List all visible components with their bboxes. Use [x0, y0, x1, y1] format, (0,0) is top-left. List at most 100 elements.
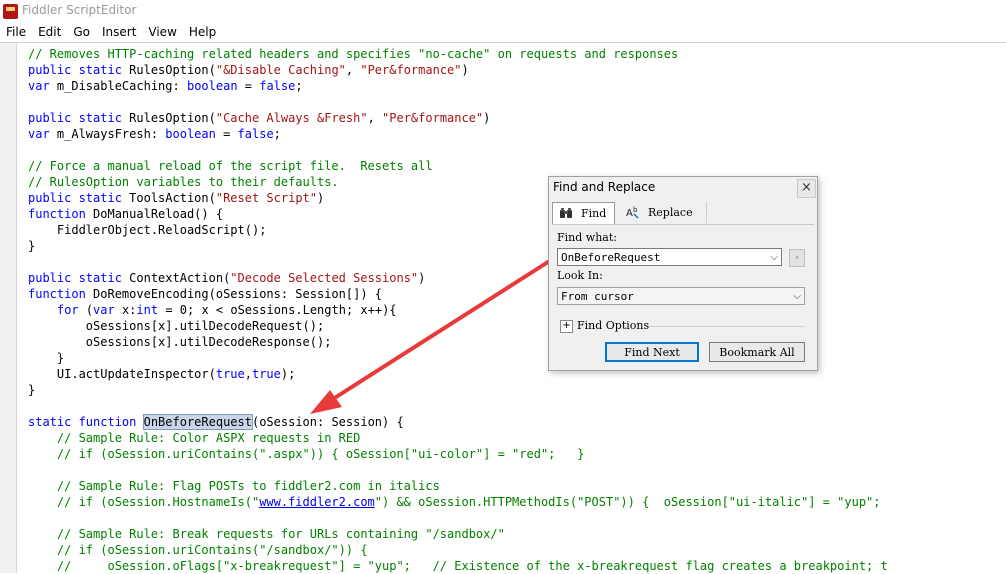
- code-token: // if (oSession.uriContains(".aspx")) { …: [28, 447, 585, 461]
- tab-replace[interactable]: A b Replace: [620, 202, 707, 223]
- code-token: oSessions[x].utilDecodeResponse();: [28, 335, 332, 349]
- code-token: // Sample Rule: Flag POSTs to fiddler2.c…: [28, 479, 440, 493]
- code-line: // if (oSession.HostnameIs("www.fiddler2…: [28, 494, 888, 510]
- code-token: ;: [273, 127, 281, 141]
- code-line: // Removes HTTP-caching related headers …: [28, 46, 888, 62]
- code-token: public static: [28, 111, 122, 125]
- code-token: UI.actUpdateInspector(: [28, 367, 216, 381]
- code-token: oSessions[x].utilDecodeRequest();: [28, 319, 325, 333]
- code-token: (: [78, 303, 94, 317]
- code-token: "Cache Always &Fresh": [215, 111, 368, 125]
- code-token: m_DisableCaching:: [49, 79, 187, 93]
- tab-replace-label: Replace: [648, 206, 693, 219]
- menu-go[interactable]: Go: [67, 24, 96, 42]
- code-token: ;: [295, 79, 303, 93]
- code-token: );: [280, 367, 296, 381]
- code-token: ,: [367, 111, 383, 125]
- binoculars-icon: [560, 208, 572, 218]
- code-token: // if (oSession.uriContains("/sandbox/")…: [28, 543, 368, 557]
- bookmark-all-button[interactable]: Bookmark All: [709, 342, 805, 362]
- code-line: var m_AlwaysFresh: boolean = false;: [28, 126, 888, 142]
- menu-help[interactable]: Help: [183, 24, 222, 42]
- code-token: ") && oSession.HTTPMethodIs("POST")) { o…: [374, 495, 881, 509]
- tab-find[interactable]: Find: [552, 202, 615, 224]
- code-token: (oSession: Session) {: [251, 415, 404, 429]
- code-token: false: [259, 79, 296, 93]
- find-go-button[interactable]: ›: [789, 249, 805, 267]
- menu-file[interactable]: File: [0, 24, 32, 42]
- code-link[interactable]: www.fiddler2.com: [259, 495, 375, 509]
- code-token: // if (oSession.HostnameIs(": [28, 495, 260, 509]
- code-line: // Force a manual reload of the script f…: [28, 158, 888, 174]
- find-what-label: Find what:: [557, 231, 617, 244]
- code-line: }: [28, 382, 888, 398]
- menu-edit[interactable]: Edit: [32, 24, 67, 42]
- code-token: boolean: [186, 79, 238, 93]
- highlighted-match: OnBeforeRequest: [142, 414, 253, 430]
- find-what-value: OnBeforeRequest: [561, 251, 661, 264]
- find-options-label[interactable]: Find Options: [577, 319, 649, 332]
- code-token: public static: [28, 63, 122, 77]
- look-in-select[interactable]: From cursor ⌵: [557, 287, 805, 305]
- code-token: ): [483, 111, 491, 125]
- menu-bar: File Edit Go Insert View Help: [0, 24, 1006, 42]
- svg-text:b: b: [633, 206, 638, 214]
- menu-insert[interactable]: Insert: [96, 24, 142, 42]
- code-token: // oSession.oFlags["x-breakrequest"] = "…: [28, 559, 888, 573]
- code-token: // Removes HTTP-caching related headers …: [28, 47, 679, 61]
- code-token: RulesOption(: [121, 111, 216, 125]
- find-replace-dialog: Find and Replace × Find A b Replace Find…: [548, 176, 818, 371]
- code-token: ): [317, 191, 325, 205]
- find-next-button[interactable]: Find Next: [605, 342, 699, 362]
- code-line: // Sample Rule: Color ASPX requests in R…: [28, 430, 888, 446]
- code-token: =: [237, 79, 260, 93]
- chevron-down-icon[interactable]: ⌵: [793, 288, 801, 306]
- code-token: = 0; x < oSessions.Length; x++){: [158, 303, 397, 317]
- code-token: var: [93, 303, 115, 317]
- code-token: for: [56, 303, 79, 317]
- code-token: true: [251, 367, 281, 381]
- code-token: DoRemoveEncoding(oSessions: Session[]) {: [85, 287, 383, 301]
- look-in-value: From cursor: [561, 290, 634, 303]
- code-token: // Sample Rule: Color ASPX requests in R…: [28, 431, 361, 445]
- menu-view[interactable]: View: [142, 24, 182, 42]
- code-token: "&Disable Caching": [215, 63, 346, 77]
- code-token: false: [237, 127, 274, 141]
- dialog-title: Find and Replace: [553, 180, 656, 194]
- code-line: // if (oSession.uriContains(".aspx")) { …: [28, 446, 888, 462]
- code-token: true: [215, 367, 245, 381]
- find-what-input[interactable]: OnBeforeRequest ⌵: [557, 248, 782, 266]
- code-token: boolean: [165, 127, 216, 141]
- code-token: m_AlwaysFresh:: [49, 127, 166, 141]
- script-editor[interactable]: // Removes HTTP-caching related headers …: [0, 42, 1006, 573]
- code-token: }: [28, 239, 36, 253]
- find-options-expand-icon[interactable]: +: [560, 320, 573, 333]
- code-token: }: [28, 383, 36, 397]
- code-line: public static RulesOption("Cache Always …: [28, 110, 888, 126]
- code-token: "Per&formance": [360, 63, 462, 77]
- find-options-divider: [649, 326, 805, 327]
- code-line: public static RulesOption("&Disable Cach…: [28, 62, 888, 78]
- code-token: // Force a manual reload of the script f…: [28, 159, 433, 173]
- code-token: function: [28, 287, 86, 301]
- code-line: // Sample Rule: Break requests for URLs …: [28, 526, 888, 542]
- look-in-label: Look In:: [557, 269, 603, 282]
- code-token: public static: [28, 191, 122, 205]
- code-token: "Decode Selected Sessions": [230, 271, 419, 285]
- code-token: ): [461, 63, 469, 77]
- code-token: var: [28, 127, 50, 141]
- chevron-down-icon[interactable]: ⌵: [770, 249, 778, 267]
- close-icon[interactable]: ×: [797, 179, 816, 198]
- code-token: var: [28, 79, 50, 93]
- code-token: ContextAction(: [121, 271, 231, 285]
- code-token: "Per&formance": [382, 111, 484, 125]
- code-token: x:: [114, 303, 137, 317]
- code-token: public static: [28, 271, 122, 285]
- code-token: ToolsAction(: [121, 191, 216, 205]
- code-token: FiddlerObject.ReloadScript();: [28, 223, 267, 237]
- code-token: static function: [28, 415, 137, 429]
